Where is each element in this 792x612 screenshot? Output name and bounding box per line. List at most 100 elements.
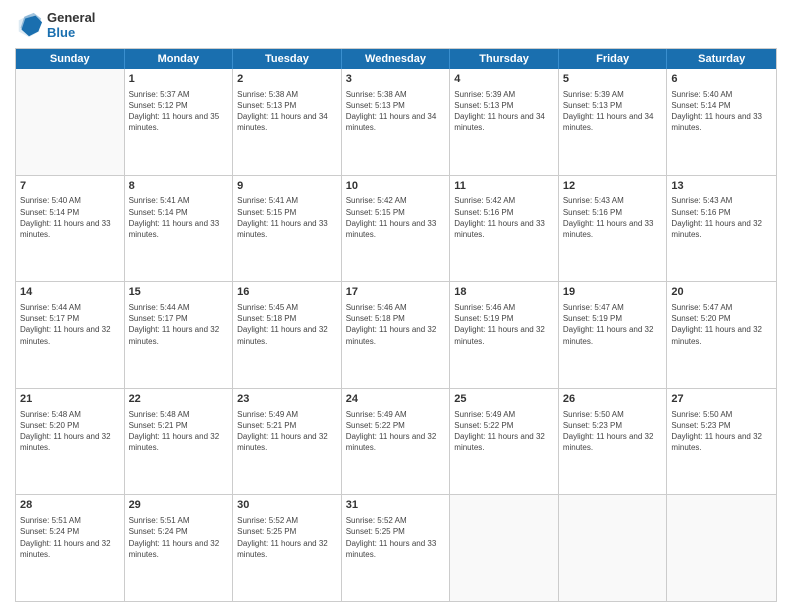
calendar-cell: 16 Sunrise: 5:45 AM Sunset: 5:18 PM Dayl… (233, 282, 342, 388)
logo-text: General Blue (47, 10, 95, 40)
calendar-cell: 24 Sunrise: 5:49 AM Sunset: 5:22 PM Dayl… (342, 389, 451, 495)
calendar-cell: 10 Sunrise: 5:42 AM Sunset: 5:15 PM Dayl… (342, 176, 451, 282)
calendar-cell: 18 Sunrise: 5:46 AM Sunset: 5:19 PM Dayl… (450, 282, 559, 388)
day-header-tuesday: Tuesday (233, 49, 342, 69)
calendar-cell (16, 69, 125, 175)
day-number: 9 (237, 179, 337, 194)
calendar-cell: 4 Sunrise: 5:39 AM Sunset: 5:13 PM Dayli… (450, 69, 559, 175)
day-number: 30 (237, 498, 337, 513)
day-number: 28 (20, 498, 120, 513)
day-number: 18 (454, 285, 554, 300)
calendar-cell: 8 Sunrise: 5:41 AM Sunset: 5:14 PM Dayli… (125, 176, 234, 282)
calendar-cell (559, 495, 668, 601)
calendar: SundayMondayTuesdayWednesdayThursdayFrid… (15, 48, 777, 602)
cell-info: Sunrise: 5:46 AM Sunset: 5:18 PM Dayligh… (346, 302, 446, 347)
day-number: 20 (671, 285, 772, 300)
calendar-cell: 17 Sunrise: 5:46 AM Sunset: 5:18 PM Dayl… (342, 282, 451, 388)
day-number: 8 (129, 179, 229, 194)
logo-icon (15, 11, 43, 39)
day-number: 23 (237, 392, 337, 407)
calendar-header: SundayMondayTuesdayWednesdayThursdayFrid… (16, 49, 776, 69)
calendar-cell: 3 Sunrise: 5:38 AM Sunset: 5:13 PM Dayli… (342, 69, 451, 175)
page: General Blue SundayMondayTuesdayWednesda… (0, 0, 792, 612)
cell-info: Sunrise: 5:40 AM Sunset: 5:14 PM Dayligh… (671, 89, 772, 134)
calendar-week-3: 14 Sunrise: 5:44 AM Sunset: 5:17 PM Dayl… (16, 281, 776, 388)
calendar-cell: 29 Sunrise: 5:51 AM Sunset: 5:24 PM Dayl… (125, 495, 234, 601)
day-number: 11 (454, 179, 554, 194)
day-number: 1 (129, 72, 229, 87)
cell-info: Sunrise: 5:41 AM Sunset: 5:15 PM Dayligh… (237, 195, 337, 240)
day-number: 22 (129, 392, 229, 407)
cell-info: Sunrise: 5:42 AM Sunset: 5:16 PM Dayligh… (454, 195, 554, 240)
day-number: 15 (129, 285, 229, 300)
cell-info: Sunrise: 5:43 AM Sunset: 5:16 PM Dayligh… (563, 195, 663, 240)
cell-info: Sunrise: 5:49 AM Sunset: 5:22 PM Dayligh… (346, 409, 446, 454)
cell-info: Sunrise: 5:38 AM Sunset: 5:13 PM Dayligh… (237, 89, 337, 134)
cell-info: Sunrise: 5:48 AM Sunset: 5:20 PM Dayligh… (20, 409, 120, 454)
cell-info: Sunrise: 5:48 AM Sunset: 5:21 PM Dayligh… (129, 409, 229, 454)
calendar-cell: 19 Sunrise: 5:47 AM Sunset: 5:19 PM Dayl… (559, 282, 668, 388)
cell-info: Sunrise: 5:44 AM Sunset: 5:17 PM Dayligh… (20, 302, 120, 347)
day-number: 13 (671, 179, 772, 194)
cell-info: Sunrise: 5:47 AM Sunset: 5:19 PM Dayligh… (563, 302, 663, 347)
day-number: 3 (346, 72, 446, 87)
day-number: 29 (129, 498, 229, 513)
calendar-cell: 9 Sunrise: 5:41 AM Sunset: 5:15 PM Dayli… (233, 176, 342, 282)
calendar-cell: 23 Sunrise: 5:49 AM Sunset: 5:21 PM Dayl… (233, 389, 342, 495)
day-number: 2 (237, 72, 337, 87)
cell-info: Sunrise: 5:41 AM Sunset: 5:14 PM Dayligh… (129, 195, 229, 240)
day-header-sunday: Sunday (16, 49, 125, 69)
day-number: 24 (346, 392, 446, 407)
cell-info: Sunrise: 5:39 AM Sunset: 5:13 PM Dayligh… (563, 89, 663, 134)
calendar-cell: 25 Sunrise: 5:49 AM Sunset: 5:22 PM Dayl… (450, 389, 559, 495)
cell-info: Sunrise: 5:40 AM Sunset: 5:14 PM Dayligh… (20, 195, 120, 240)
calendar-cell: 31 Sunrise: 5:52 AM Sunset: 5:25 PM Dayl… (342, 495, 451, 601)
day-number: 27 (671, 392, 772, 407)
calendar-cell: 22 Sunrise: 5:48 AM Sunset: 5:21 PM Dayl… (125, 389, 234, 495)
calendar-week-1: 1 Sunrise: 5:37 AM Sunset: 5:12 PM Dayli… (16, 69, 776, 175)
calendar-week-5: 28 Sunrise: 5:51 AM Sunset: 5:24 PM Dayl… (16, 494, 776, 601)
day-number: 7 (20, 179, 120, 194)
calendar-cell: 15 Sunrise: 5:44 AM Sunset: 5:17 PM Dayl… (125, 282, 234, 388)
calendar-week-2: 7 Sunrise: 5:40 AM Sunset: 5:14 PM Dayli… (16, 175, 776, 282)
day-number: 31 (346, 498, 446, 513)
calendar-cell: 20 Sunrise: 5:47 AM Sunset: 5:20 PM Dayl… (667, 282, 776, 388)
day-header-friday: Friday (559, 49, 668, 69)
day-header-thursday: Thursday (450, 49, 559, 69)
cell-info: Sunrise: 5:39 AM Sunset: 5:13 PM Dayligh… (454, 89, 554, 134)
day-number: 21 (20, 392, 120, 407)
calendar-cell: 13 Sunrise: 5:43 AM Sunset: 5:16 PM Dayl… (667, 176, 776, 282)
cell-info: Sunrise: 5:47 AM Sunset: 5:20 PM Dayligh… (671, 302, 772, 347)
day-number: 16 (237, 285, 337, 300)
cell-info: Sunrise: 5:51 AM Sunset: 5:24 PM Dayligh… (20, 515, 120, 560)
cell-info: Sunrise: 5:46 AM Sunset: 5:19 PM Dayligh… (454, 302, 554, 347)
cell-info: Sunrise: 5:49 AM Sunset: 5:22 PM Dayligh… (454, 409, 554, 454)
day-header-saturday: Saturday (667, 49, 776, 69)
calendar-cell: 2 Sunrise: 5:38 AM Sunset: 5:13 PM Dayli… (233, 69, 342, 175)
cell-info: Sunrise: 5:42 AM Sunset: 5:15 PM Dayligh… (346, 195, 446, 240)
calendar-cell: 7 Sunrise: 5:40 AM Sunset: 5:14 PM Dayli… (16, 176, 125, 282)
day-number: 25 (454, 392, 554, 407)
day-number: 4 (454, 72, 554, 87)
cell-info: Sunrise: 5:38 AM Sunset: 5:13 PM Dayligh… (346, 89, 446, 134)
day-number: 5 (563, 72, 663, 87)
day-number: 19 (563, 285, 663, 300)
calendar-cell: 27 Sunrise: 5:50 AM Sunset: 5:23 PM Dayl… (667, 389, 776, 495)
day-number: 10 (346, 179, 446, 194)
cell-info: Sunrise: 5:43 AM Sunset: 5:16 PM Dayligh… (671, 195, 772, 240)
cell-info: Sunrise: 5:49 AM Sunset: 5:21 PM Dayligh… (237, 409, 337, 454)
day-number: 6 (671, 72, 772, 87)
header: General Blue (15, 10, 777, 40)
calendar-cell: 11 Sunrise: 5:42 AM Sunset: 5:16 PM Dayl… (450, 176, 559, 282)
cell-info: Sunrise: 5:37 AM Sunset: 5:12 PM Dayligh… (129, 89, 229, 134)
cell-info: Sunrise: 5:45 AM Sunset: 5:18 PM Dayligh… (237, 302, 337, 347)
calendar-cell: 28 Sunrise: 5:51 AM Sunset: 5:24 PM Dayl… (16, 495, 125, 601)
cell-info: Sunrise: 5:51 AM Sunset: 5:24 PM Dayligh… (129, 515, 229, 560)
cell-info: Sunrise: 5:50 AM Sunset: 5:23 PM Dayligh… (563, 409, 663, 454)
calendar-cell: 14 Sunrise: 5:44 AM Sunset: 5:17 PM Dayl… (16, 282, 125, 388)
calendar-cell: 21 Sunrise: 5:48 AM Sunset: 5:20 PM Dayl… (16, 389, 125, 495)
cell-info: Sunrise: 5:44 AM Sunset: 5:17 PM Dayligh… (129, 302, 229, 347)
calendar-cell: 6 Sunrise: 5:40 AM Sunset: 5:14 PM Dayli… (667, 69, 776, 175)
calendar-body: 1 Sunrise: 5:37 AM Sunset: 5:12 PM Dayli… (16, 69, 776, 601)
logo: General Blue (15, 10, 95, 40)
